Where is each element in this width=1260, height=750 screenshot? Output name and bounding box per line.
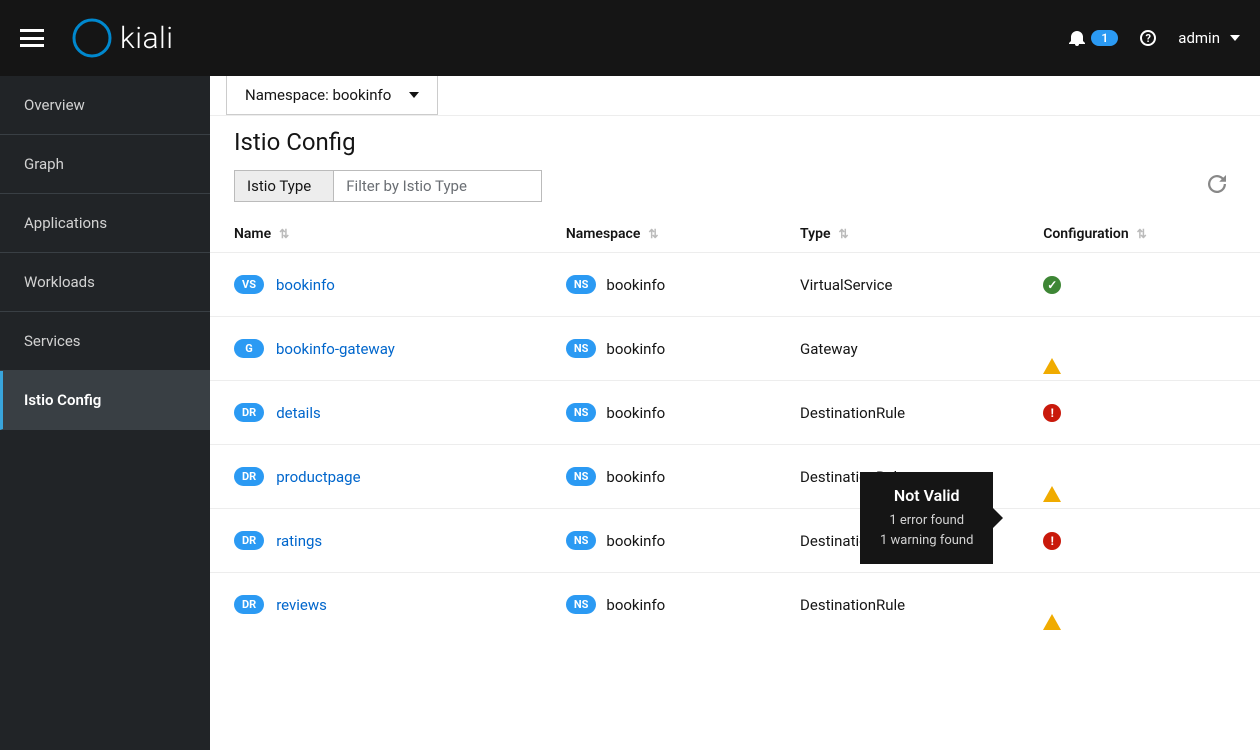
type-badge: DR	[234, 403, 264, 422]
tooltip-line2: 1 warning found	[880, 531, 973, 551]
namespace-text: bookinfo	[606, 276, 665, 294]
type-badge: DR	[234, 595, 264, 614]
status-warning-icon[interactable]	[1043, 468, 1061, 502]
chevron-down-icon	[409, 92, 419, 98]
ns-badge: NS	[566, 403, 597, 422]
top-bar: kiali 1 ? admin	[0, 0, 1260, 76]
type-badge: DR	[234, 531, 264, 550]
table-row: Gbookinfo-gateway NS bookinfo Gateway	[210, 317, 1260, 381]
type-badge: VS	[234, 275, 264, 294]
filter-value-select[interactable]: Filter by Istio Type	[334, 170, 542, 202]
status-warning-icon[interactable]	[1043, 340, 1061, 374]
tooltip-title: Not Valid	[880, 486, 973, 505]
sidebar-item-workloads[interactable]: Workloads	[0, 253, 210, 312]
filter-bar: Istio Type Filter by Istio Type	[210, 164, 1260, 216]
filter-type-button[interactable]: Istio Type	[234, 170, 334, 202]
namespace-selector[interactable]: Namespace: bookinfo	[226, 76, 438, 115]
sidebar-item-services[interactable]: Services	[0, 312, 210, 371]
namespace-text: bookinfo	[606, 596, 665, 614]
type-badge: DR	[234, 467, 264, 486]
sort-icon: ⇅	[839, 227, 849, 241]
page-title: Istio Config	[210, 116, 1260, 164]
user-menu[interactable]: admin	[1178, 29, 1240, 47]
status-error-icon[interactable]: !	[1043, 532, 1061, 550]
table-row: DRratingsNSbookinfoDestinationRule!	[210, 509, 1260, 573]
resource-link[interactable]: reviews	[276, 596, 327, 614]
filter-placeholder: Filter by Istio Type	[346, 177, 467, 195]
hamburger-icon[interactable]	[20, 29, 44, 47]
col-name[interactable]: Name⇅	[210, 216, 542, 253]
resource-link[interactable]: bookinfo-gateway	[276, 340, 395, 358]
notification-badge: 1	[1091, 30, 1118, 46]
type-text: VirtualService	[776, 253, 1019, 317]
resource-link[interactable]: details	[276, 404, 321, 422]
resource-link[interactable]: productpage	[276, 468, 360, 486]
refresh-icon	[1208, 175, 1226, 193]
sort-icon: ⇅	[648, 227, 658, 241]
table-row: DRproductpageNSbookinfoDestinationRule	[210, 445, 1260, 509]
chevron-down-icon	[1230, 35, 1240, 41]
table-row: DR details NS bookinfo DestinationRule!	[210, 381, 1260, 445]
brand-logo[interactable]: kiali	[72, 18, 174, 58]
ns-badge: NS	[566, 467, 597, 486]
sidebar-item-overview[interactable]: Overview	[0, 76, 210, 135]
type-text: DestinationRule	[776, 381, 1019, 445]
sidebar: OverviewGraphApplicationsWorkloadsServic…	[0, 76, 210, 750]
ns-badge: NS	[566, 339, 597, 358]
namespace-text: bookinfo	[606, 468, 665, 486]
type-badge: G	[234, 339, 264, 358]
table-row: VS bookinfo NS bookinfo VirtualService ✓	[210, 253, 1260, 317]
ns-badge: NS	[566, 595, 597, 614]
main-content: Namespace: bookinfo Istio Config Istio T…	[210, 76, 1260, 750]
refresh-button[interactable]	[1208, 175, 1226, 197]
help-icon[interactable]: ?	[1140, 30, 1156, 46]
namespace-text: bookinfo	[606, 532, 665, 550]
namespace-text: bookinfo	[606, 340, 665, 358]
namespace-bar: Namespace: bookinfo	[210, 76, 1260, 116]
sort-icon: ⇅	[279, 227, 289, 241]
namespace-text: bookinfo	[606, 404, 665, 422]
sort-icon: ⇅	[1137, 227, 1147, 241]
type-text: DestinationRule	[776, 573, 1019, 637]
config-table: Name⇅ Namespace⇅ Type⇅ Configuration⇅ VS…	[210, 216, 1260, 636]
ns-badge: NS	[566, 275, 597, 294]
status-error-icon[interactable]: !	[1043, 404, 1061, 422]
brand-text: kiali	[120, 21, 174, 56]
table-row: DR reviews NS bookinfo DestinationRule	[210, 573, 1260, 637]
sidebar-item-applications[interactable]: Applications	[0, 194, 210, 253]
notifications-button[interactable]: 1	[1069, 30, 1118, 46]
ns-badge: NS	[566, 531, 597, 550]
resource-link[interactable]: ratings	[276, 532, 322, 550]
col-config[interactable]: Configuration⇅	[1019, 216, 1260, 253]
bell-icon	[1069, 30, 1085, 46]
kiali-logo-icon	[72, 18, 112, 58]
status-warning-icon[interactable]	[1043, 596, 1061, 630]
sidebar-item-istio-config[interactable]: Istio Config	[0, 371, 210, 430]
col-type[interactable]: Type⇅	[776, 216, 1019, 253]
status-ok-icon[interactable]: ✓	[1043, 276, 1061, 294]
sidebar-item-graph[interactable]: Graph	[0, 135, 210, 194]
validation-tooltip: Not Valid 1 error found 1 warning found	[860, 472, 993, 564]
tooltip-line1: 1 error found	[880, 511, 973, 531]
namespace-label: Namespace: bookinfo	[245, 86, 391, 104]
col-namespace[interactable]: Namespace⇅	[542, 216, 776, 253]
username-label: admin	[1178, 29, 1220, 47]
filter-type-label: Istio Type	[247, 177, 311, 195]
resource-link[interactable]: bookinfo	[276, 276, 335, 294]
type-text: Gateway	[776, 317, 1019, 381]
